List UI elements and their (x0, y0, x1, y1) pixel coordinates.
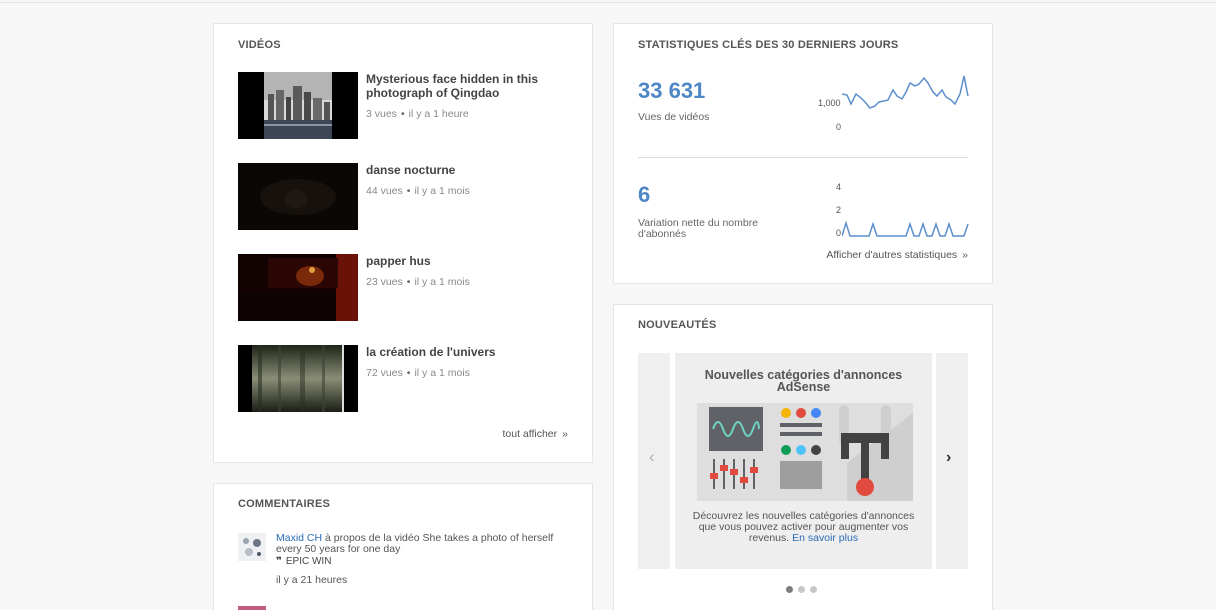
comment-body: Maxid CH à propos de la vidéo She takes … (276, 533, 576, 555)
comment-time: il y a 21 heures (276, 574, 348, 586)
carousel-dot[interactable] (810, 586, 817, 593)
video-title[interactable]: la création de l'univers (366, 345, 566, 359)
video-item[interactable]: danse nocturne 44 vues • il y a 1 mois (238, 163, 578, 231)
video-age: il y a 1 heure (408, 108, 469, 120)
video-meta: 23 vues • il y a 1 mois (366, 276, 470, 288)
carousel-dot[interactable] (798, 586, 805, 593)
video-views: 3 vues (366, 108, 397, 120)
video-item[interactable]: papper hus 23 vues • il y a 1 mois (238, 254, 578, 322)
video-age: il y a 1 mois (414, 367, 470, 379)
video-thumbnail[interactable] (238, 72, 358, 139)
subscribers-count: 6 (638, 182, 651, 207)
subs-axis-bottom: 0 (836, 228, 842, 238)
chevron-left-icon: ‹ (649, 449, 655, 466)
views-sparkline (842, 75, 969, 109)
separator-dot: • (406, 185, 411, 197)
videos-card-title: VIDÉOS (238, 39, 281, 51)
views-axis-bottom: 0 (836, 122, 842, 132)
double-chevron-right-icon: » (562, 428, 568, 440)
subs-axis-top: 4 (836, 182, 842, 192)
video-views: 72 vues (366, 367, 403, 379)
carousel-prev-button[interactable]: ‹ (638, 353, 670, 569)
see-all-videos-link[interactable]: tout afficher » (502, 428, 568, 440)
video-thumbnail[interactable] (238, 345, 358, 412)
slide-title: Nouvelles catégories d'annonces AdSense (704, 368, 903, 394)
see-all-label[interactable]: tout afficher (502, 428, 557, 440)
separator-dot: • (406, 367, 411, 379)
carousel-next-button[interactable]: › (936, 353, 968, 569)
quote-icon: ❞ (276, 556, 282, 567)
stats-card-title: STATISTIQUES CLÉS DES 30 DERNIERS JOURS (638, 39, 899, 51)
stats-card: STATISTIQUES CLÉS DES 30 DERNIERS JOURS … (613, 23, 993, 284)
views-count: 33 631 (638, 78, 706, 103)
views-label: Vues de vidéos (638, 111, 710, 123)
news-card: NOUVEAUTÉS ‹ Nouvelles catégories d'anno… (613, 304, 993, 610)
video-views: 23 vues (366, 276, 403, 288)
video-meta: 44 vues • il y a 1 mois (366, 185, 470, 197)
double-chevron-right-icon: » (962, 249, 968, 261)
video-views: 44 vues (366, 185, 403, 197)
more-stats-label[interactable]: Afficher d'autres statistiques (826, 249, 957, 261)
subscribers-sparkline (842, 220, 969, 237)
carousel-dot[interactable] (786, 586, 793, 593)
learn-more-link[interactable]: En savoir plus (792, 532, 858, 544)
video-title[interactable]: papper hus (366, 254, 566, 268)
videos-card: VIDÉOS Mysterious face hidden in this ph… (213, 23, 593, 463)
video-meta: 3 vues • il y a 1 heure (366, 108, 469, 120)
news-card-title: NOUVEAUTÉS (638, 319, 717, 331)
separator-dot: • (400, 108, 405, 120)
video-title[interactable]: danse nocturne (366, 163, 566, 177)
comments-card: COMMENTAIRES Maxid CH à propos de la vid… (213, 483, 593, 610)
comments-card-title: COMMENTAIRES (238, 498, 331, 510)
video-item[interactable]: la création de l'univers 72 vues • il y a … (238, 345, 578, 413)
news-slide[interactable]: Nouvelles catégories d'annonces AdSense (675, 353, 932, 569)
views-axis-top: 1,000 (818, 98, 841, 108)
subs-axis-mid: 2 (836, 205, 842, 215)
subscribers-label: Variation nette du nombre d'abonnés (638, 217, 759, 240)
chevron-right-icon: › (946, 449, 952, 466)
comment-text-value: EPIC WIN (285, 556, 332, 567)
avatar[interactable] (238, 533, 266, 561)
video-title[interactable]: Mysterious face hidden in this photograp… (366, 72, 566, 100)
video-age: il y a 1 mois (414, 276, 470, 288)
video-age: il y a 1 mois (414, 185, 470, 197)
video-meta: 72 vues • il y a 1 mois (366, 367, 470, 379)
top-divider (0, 2, 1216, 3)
carousel-pagination (786, 580, 822, 598)
video-thumbnail[interactable] (238, 254, 358, 321)
comment-text: ❞ EPIC WIN (276, 556, 331, 567)
video-thumbnail[interactable] (238, 163, 358, 230)
video-item[interactable]: Mysterious face hidden in this photograp… (238, 72, 578, 140)
slide-description: Découvrez les nouvelles catégories d'ann… (689, 511, 918, 544)
avatar[interactable] (238, 606, 266, 610)
separator-dot: • (406, 276, 411, 288)
more-stats-link[interactable]: Afficher d'autres statistiques » (826, 249, 968, 261)
adsense-illustration (697, 403, 913, 501)
stats-divider (638, 157, 968, 158)
